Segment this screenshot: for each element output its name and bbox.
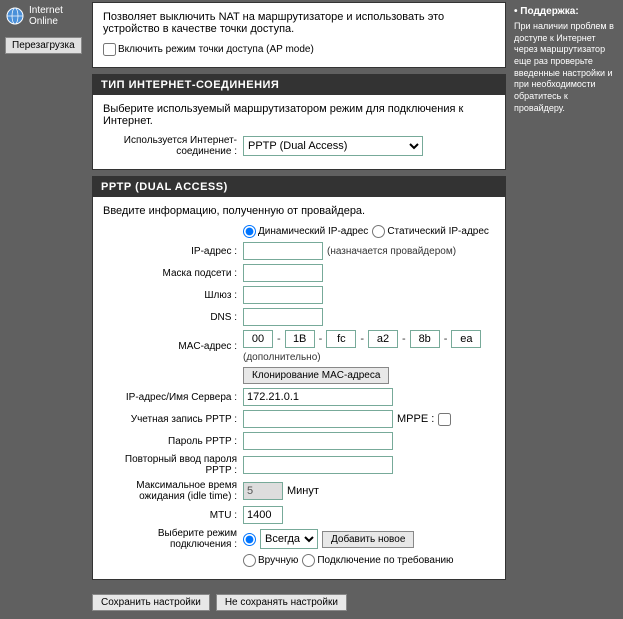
schedule-select[interactable]: Всегда [260, 529, 318, 549]
main-content: Позволяет выключить NAT на маршрутизатор… [90, 0, 508, 511]
pass2-label: Повторный ввод пароля PPTP : [103, 454, 243, 476]
mode-manual-radio[interactable] [243, 554, 256, 567]
add-new-button[interactable]: Добавить новое [322, 531, 414, 548]
conn-type-header: ТИП ИНТЕРНЕТ-СОЕДИНЕНИЯ [93, 75, 505, 95]
gw-input[interactable] [243, 286, 323, 304]
pass2-input[interactable] [243, 456, 393, 474]
save-button[interactable]: Сохранить настройки [92, 594, 210, 611]
sidebar-left: Internet Online Перезагрузка [0, 0, 90, 511]
dyn-ip-radio[interactable] [243, 225, 256, 238]
nosave-button[interactable]: Не сохранять настройки [216, 594, 347, 611]
idle-unit: Минут [287, 485, 319, 497]
globe-icon [5, 6, 25, 26]
pass-input[interactable] [243, 432, 393, 450]
conn-type-label: Используется Интернет-соединение : [103, 135, 243, 157]
pass-label: Пароль PPTP : [103, 436, 243, 447]
conn-type-desc: Выберите используемый маршрутизатором ре… [103, 103, 495, 127]
mode-always-radio[interactable] [243, 533, 256, 546]
idle-input[interactable] [243, 482, 283, 500]
ap-mode-panel: Позволяет выключить NAT на маршрутизатор… [92, 2, 506, 68]
mode-demand-label[interactable]: Подключение по требованию [302, 554, 453, 567]
mac-note: (дополнительно) [243, 352, 321, 363]
dyn-ip-radio-label[interactable]: Динамический IP-адрес [243, 225, 368, 238]
conn-type-select[interactable]: PPTP (Dual Access) [243, 136, 423, 156]
mask-label: Маска подсети : [103, 268, 243, 279]
gw-label: Шлюз : [103, 290, 243, 301]
mode-always-label[interactable] [243, 533, 256, 546]
mtu-label: MTU : [103, 510, 243, 521]
mac-seg-4[interactable] [410, 330, 440, 348]
ap-mode-checkbox[interactable] [103, 43, 116, 56]
conn-type-panel: ТИП ИНТЕРНЕТ-СОЕДИНЕНИЯ Выберите использ… [92, 74, 506, 170]
pptp-desc: Введите информацию, полученную от провай… [103, 205, 495, 217]
pptp-header: PPTP (DUAL ACCESS) [93, 177, 505, 197]
mac-seg-0[interactable] [243, 330, 273, 348]
ap-desc: Позволяет выключить NAT на маршрутизатор… [103, 11, 495, 35]
clone-mac-button[interactable]: Клонирование MAC-адреса [243, 367, 389, 384]
dns-label: DNS : [103, 312, 243, 323]
static-ip-radio[interactable] [372, 225, 385, 238]
mppe-checkbox[interactable] [438, 413, 451, 426]
mode-manual-label[interactable]: Вручную [243, 554, 298, 567]
status-line2: Online [29, 16, 63, 27]
status-line1: Internet [29, 5, 63, 16]
mac-seg-5[interactable] [451, 330, 481, 348]
static-ip-radio-label[interactable]: Статический IP-адрес [372, 225, 489, 238]
sidebar-right: Поддержка: При наличии проблем в доступе… [508, 0, 623, 511]
bottom-buttons: Сохранить настройки Не сохранять настрой… [92, 586, 506, 619]
mode-demand-radio[interactable] [302, 554, 315, 567]
mac-seg-2[interactable] [326, 330, 356, 348]
idle-label: Максимальное время ожидания (idle time) … [103, 480, 243, 502]
mtu-input[interactable] [243, 506, 283, 524]
mask-input[interactable] [243, 264, 323, 282]
help-title: Поддержка: [514, 6, 617, 17]
mode-label: Выберите режим подключения : [103, 528, 243, 550]
server-input[interactable] [243, 388, 393, 406]
ip-input[interactable] [243, 242, 323, 260]
reboot-button[interactable]: Перезагрузка [5, 37, 82, 54]
server-label: IP-адрес/Имя Сервера : [103, 392, 243, 403]
internet-status: Internet Online [5, 5, 85, 27]
mppe-label: MPPE : [397, 413, 434, 425]
ip-label: IP-адрес : [103, 246, 243, 257]
ap-mode-checkbox-label[interactable]: Включить режим точки доступа (AP mode) [103, 43, 314, 56]
user-input[interactable] [243, 410, 393, 428]
mac-seg-1[interactable] [285, 330, 315, 348]
ip-note: (назначается провайдером) [327, 246, 456, 257]
dns-input[interactable] [243, 308, 323, 326]
mac-label: MAC-адрес : [103, 341, 243, 352]
help-text: При наличии проблем в доступе к Интернет… [514, 21, 617, 115]
mac-seg-3[interactable] [368, 330, 398, 348]
pptp-panel: PPTP (DUAL ACCESS) Введите информацию, п… [92, 176, 506, 580]
user-label: Учетная запись PPTP : [103, 414, 243, 425]
